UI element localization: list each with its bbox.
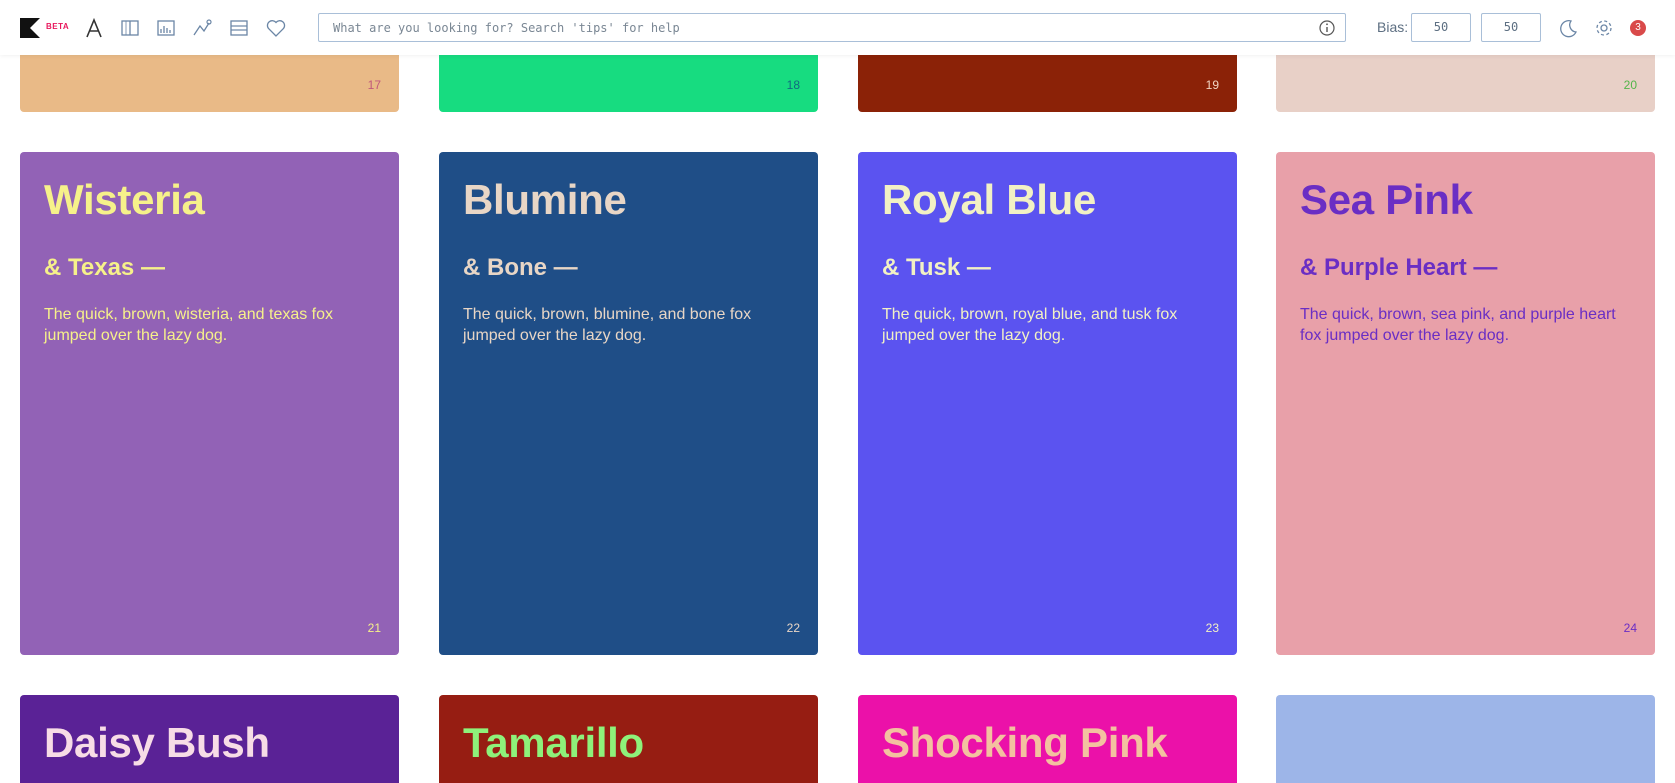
card-title: Sea Pink xyxy=(1300,176,1473,223)
card-number: 20 xyxy=(1623,78,1637,92)
card-title: Shocking Pink xyxy=(882,719,1168,766)
color-card-21[interactable]: Wisteria & Texas — The quick, brown, wis… xyxy=(20,152,399,655)
gear-icon[interactable] xyxy=(1593,17,1615,39)
typography-icon[interactable] xyxy=(83,17,105,39)
notification-badge[interactable]: 3 xyxy=(1630,20,1646,36)
card-subtitle: & Tusk — xyxy=(882,254,991,281)
card-number: 23 xyxy=(1205,621,1219,635)
logo-icon[interactable] xyxy=(20,18,40,38)
card-title: Wisteria xyxy=(44,176,205,223)
card-subtitle: & Texas — xyxy=(44,254,165,281)
color-card-23[interactable]: Royal Blue & Tusk — The quick, brown, ro… xyxy=(858,152,1237,655)
moon-icon[interactable] xyxy=(1557,17,1579,39)
card-number: 24 xyxy=(1623,621,1637,635)
card-sample-text: The quick, brown, blumine, and bone fox … xyxy=(463,306,752,344)
graph-icon[interactable] xyxy=(191,17,213,39)
chart-icon[interactable] xyxy=(155,17,177,39)
color-card-tamarillo[interactable]: Tamarillo xyxy=(439,695,818,783)
color-card-24[interactable]: Sea Pink & Purple Heart — The quick, bro… xyxy=(1276,152,1655,655)
card-number: 17 xyxy=(367,78,381,92)
card-title: Tamarillo xyxy=(463,719,644,766)
card-sample-text: The quick, brown, sea pink, and purple h… xyxy=(1300,306,1616,344)
info-icon[interactable] xyxy=(1318,19,1336,37)
card-title: Royal Blue xyxy=(882,176,1097,223)
color-card-daisy-bush[interactable]: Daisy Bush xyxy=(20,695,399,783)
top-toolbar: BETA Bias: 50 50 3 xyxy=(0,0,1675,55)
heart-icon[interactable] xyxy=(265,17,287,39)
search-bar xyxy=(318,13,1346,42)
card-number: 21 xyxy=(367,621,381,635)
list-icon[interactable] xyxy=(228,17,250,39)
card-sample-text: The quick, brown, royal blue, and tusk f… xyxy=(882,306,1178,344)
card-subtitle: & Purple Heart — xyxy=(1300,254,1498,281)
bias-input-second[interactable]: 50 xyxy=(1481,13,1541,42)
columns-icon[interactable] xyxy=(119,17,141,39)
color-card-shocking-pink[interactable]: Shocking Pink xyxy=(858,695,1237,783)
card-title: Daisy Bush xyxy=(44,719,270,766)
card-title: Blumine xyxy=(463,176,627,223)
bias-input-first[interactable]: 50 xyxy=(1411,13,1471,42)
card-number: 19 xyxy=(1205,78,1219,92)
card-number: 22 xyxy=(786,621,800,635)
card-subtitle: & Bone — xyxy=(463,254,578,281)
search-input[interactable] xyxy=(333,14,1293,41)
color-card-22[interactable]: Blumine & Bone — The quick, brown, blumi… xyxy=(439,152,818,655)
bias-label: Bias: xyxy=(1377,19,1409,35)
card-number: 18 xyxy=(786,78,800,92)
beta-badge: BETA xyxy=(46,22,70,31)
color-card-blue-partial[interactable] xyxy=(1276,695,1655,783)
card-sample-text: The quick, brown, wisteria, and texas fo… xyxy=(44,306,334,344)
